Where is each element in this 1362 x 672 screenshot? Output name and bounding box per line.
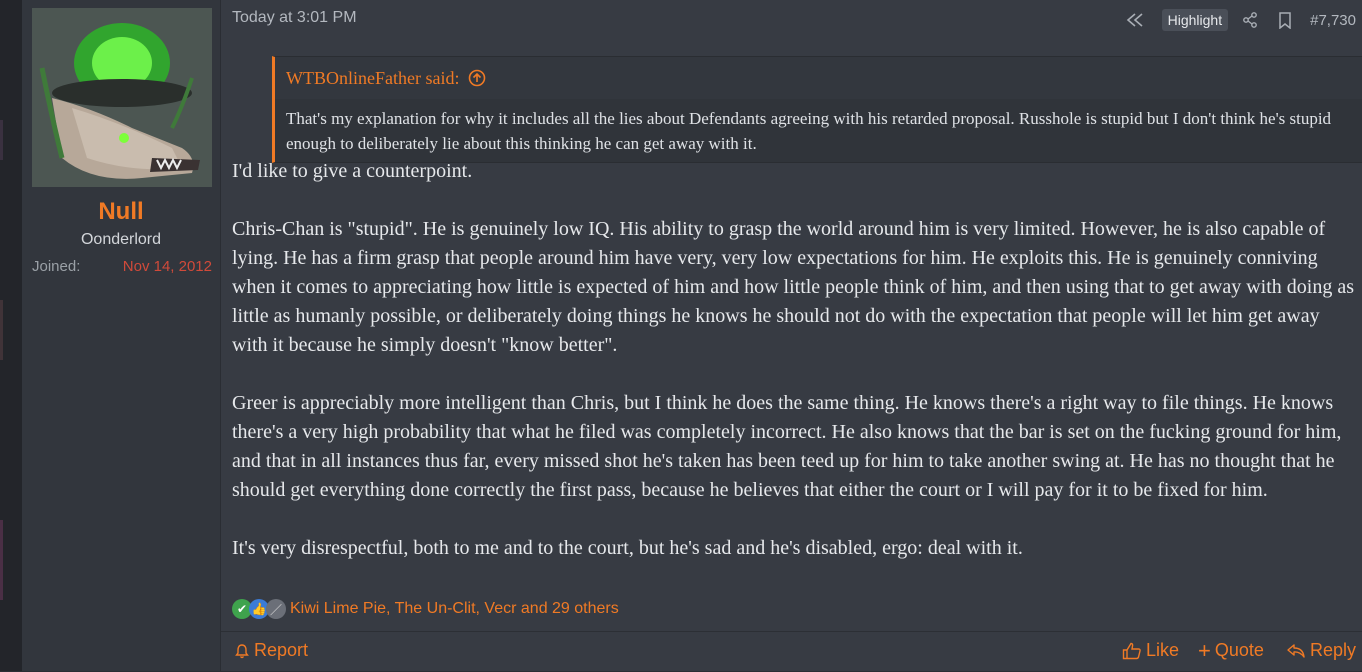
username[interactable]: Null <box>22 198 220 226</box>
like-button[interactable]: Like <box>1122 640 1179 661</box>
reply-button[interactable]: Reply <box>1286 640 1356 661</box>
post-tools: Highlight #7,730 <box>1126 8 1356 32</box>
quote-text: That's my explanation for why it include… <box>286 109 1332 153</box>
user-sidebar: Null Oonderlord Joined: Nov 14, 2012 <box>22 0 221 671</box>
quote-block: WTBOnlineFather said: That's my explanat… <box>272 56 1362 163</box>
rewind-icon[interactable] <box>1126 13 1144 27</box>
post: Today at 3:01 PM Highlight #7,730 WTBOnl… <box>221 0 1362 671</box>
quote-author[interactable]: WTBOnlineFather said: <box>286 68 486 89</box>
message-paragraph: Chris-Chan is "stupid". He is genuinely … <box>232 218 1354 356</box>
like-label: Like <box>1146 640 1180 660</box>
user-title: Oonderlord <box>80 231 162 248</box>
plus-icon: + <box>1198 637 1211 663</box>
bookmark-icon[interactable] <box>1278 11 1292 29</box>
reaction-icons: ✔ 👍 ／ <box>232 598 288 620</box>
post-number[interactable]: #7,730 <box>1310 12 1356 29</box>
post-message: I'd like to give a counterpoint. Chris-C… <box>232 157 1357 592</box>
left-edge-strip <box>0 0 22 671</box>
arrow-up-circle-icon[interactable] <box>468 69 486 87</box>
joined-date: Nov 14, 2012 <box>122 258 212 275</box>
bell-icon <box>235 643 249 658</box>
quote-author-text: WTBOnlineFather said: <box>286 68 460 88</box>
thumbs-up-icon <box>1122 642 1141 659</box>
highlight-button[interactable]: Highlight <box>1161 9 1229 31</box>
message-paragraph: I'd like to give a counterpoint. <box>232 160 473 182</box>
post-date[interactable]: Today at 3:01 PM <box>232 9 357 27</box>
quote-button[interactable]: + Quote <box>1198 637 1264 663</box>
report-button[interactable]: Report <box>234 640 308 661</box>
joined-label: Joined: <box>32 258 81 275</box>
reply-arrow-icon <box>1287 643 1305 658</box>
reply-label: Reply <box>1310 640 1357 660</box>
share-icon[interactable] <box>1242 12 1258 28</box>
post-footer: Report Like + Quote Reply <box>221 631 1362 672</box>
avatar-image <box>32 8 212 187</box>
reactions-list[interactable]: Kiwi Lime Pie, The Un-Clit, Vecr and 29 … <box>290 600 619 618</box>
user-avatar[interactable] <box>32 8 212 187</box>
needle-reaction-icon: ／ <box>266 599 286 619</box>
quote-header: WTBOnlineFather said: <box>275 57 1362 99</box>
reactions-bar[interactable]: ✔ 👍 ／ Kiwi Lime Pie, The Un-Clit, Vecr a… <box>232 597 619 621</box>
message-paragraph: It's very disrespectful, both to me and … <box>232 537 1023 559</box>
message-paragraph: Greer is appreciably more intelligent th… <box>232 392 1342 501</box>
report-label: Report <box>254 640 309 660</box>
quote-label: Quote <box>1214 640 1264 660</box>
